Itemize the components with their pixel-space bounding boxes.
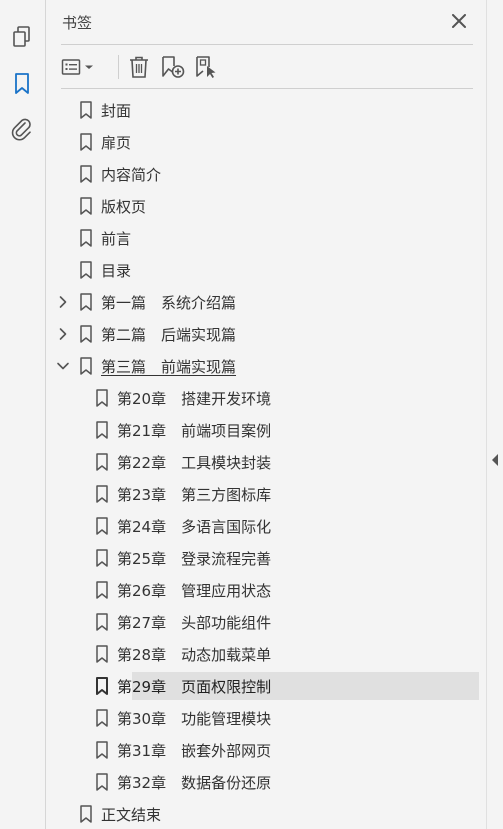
bookmark-label: 第21章 前端项目案例: [117, 422, 272, 440]
bookmark-item[interactable]: 前言: [46, 224, 486, 252]
bookmark-item[interactable]: 版权页: [46, 192, 486, 220]
bookmark-icon: [80, 197, 92, 215]
bookmark-label: 第23章 第三方图标库: [117, 486, 272, 504]
delete-bookmark-button[interactable]: [127, 54, 151, 80]
bookmark-icon: [96, 485, 108, 503]
bookmark-item[interactable]: 第30章 功能管理模块: [46, 704, 486, 732]
bookmarks-panel: 书签 封面 扉页 内容简介 版权页 前言 目录 第一篇 系统介绍篇 第二篇 后端…: [46, 0, 486, 829]
bookmark-icon: [96, 549, 108, 567]
bookmark-label: 第25章 登录流程完善: [117, 550, 272, 568]
bookmark-icon: [80, 805, 92, 823]
bookmark-label: 第24章 多语言国际化: [117, 518, 272, 536]
bookmark-item[interactable]: 第26章 管理应用状态: [46, 576, 486, 604]
bookmark-icon: [80, 229, 92, 247]
chevron-right-icon[interactable]: [56, 327, 70, 341]
bookmark-icon: [96, 677, 108, 695]
bookmark-label: 第一篇 系统介绍篇: [101, 294, 237, 312]
bookmark-item[interactable]: 封面: [46, 96, 486, 124]
navigation-rail: [0, 0, 46, 829]
bookmark-icon: [96, 741, 108, 759]
bookmark-label: 第31章 嵌套外部网页: [117, 742, 272, 760]
toolbar-divider: [118, 55, 119, 79]
bookmark-label: 前言: [101, 230, 132, 248]
bookmark-item[interactable]: 第22章 工具模块封装: [46, 448, 486, 476]
new-bookmark-from-structure-button[interactable]: [194, 54, 220, 80]
bookmark-label: 第32章 数据备份还原: [117, 774, 272, 792]
options-menu-icon: [61, 59, 93, 75]
bookmark-label: 扉页: [101, 134, 132, 152]
pages-icon[interactable]: [8, 23, 36, 51]
bookmark-item[interactable]: 第三篇 前端实现篇: [46, 352, 486, 380]
new-bookmark-button[interactable]: [160, 54, 186, 80]
bookmark-item[interactable]: 第21章 前端项目案例: [46, 416, 486, 444]
bookmark-item[interactable]: 第32章 数据备份还原: [46, 768, 486, 796]
bookmark-icon[interactable]: [8, 70, 36, 98]
bookmark-label: 第20章 搭建开发环境: [117, 390, 272, 408]
bookmark-label: 第29章 页面权限控制: [117, 678, 272, 696]
bookmark-label: 目录: [101, 262, 132, 280]
bookmark-label: 内容简介: [101, 166, 162, 184]
bookmark-item[interactable]: 第20章 搭建开发环境: [46, 384, 486, 412]
bookmark-label: 第30章 功能管理模块: [117, 710, 272, 728]
collapse-arrow-icon: [492, 454, 498, 466]
delete-icon: [130, 56, 148, 78]
bookmark-icon: [96, 773, 108, 791]
bookmark-icon: [80, 325, 92, 343]
bookmark-item[interactable]: 内容简介: [46, 160, 486, 188]
bookmark-icon: [80, 261, 92, 279]
bookmark-item[interactable]: 目录: [46, 256, 486, 284]
bookmark-item[interactable]: 第23章 第三方图标库: [46, 480, 486, 508]
panel-header: 书签: [61, 0, 473, 45]
close-icon[interactable]: [449, 11, 469, 31]
bookmark-label: 第二篇 后端实现篇: [101, 326, 237, 344]
bookmark-icon: [96, 517, 108, 535]
bookmark-icon: [96, 389, 108, 407]
new-bookmark-icon: [162, 56, 185, 78]
bookmark-label: 第27章 头部功能组件: [117, 614, 272, 632]
attachment-icon[interactable]: [8, 115, 36, 143]
bookmark-item[interactable]: 第29章 页面权限控制: [46, 672, 486, 700]
chevron-down-icon[interactable]: [56, 359, 70, 373]
bookmark-label: 封面: [101, 102, 132, 120]
bookmarks-toolbar: [61, 45, 473, 89]
bookmark-item[interactable]: 扉页: [46, 128, 486, 156]
panel-title: 书签: [62, 14, 93, 32]
bookmark-item[interactable]: 第二篇 后端实现篇: [46, 320, 486, 348]
bookmark-icon: [80, 357, 92, 375]
bookmarks-pane: 书签 封面 扉页 内容简介 版权页 前言 目录 第一篇 系统介绍篇 第二篇 后端…: [0, 0, 503, 829]
bookmark-label: 第22章 工具模块封装: [117, 454, 272, 472]
bookmark-icon: [80, 133, 92, 151]
bookmark-label: 第28章 动态加载菜单: [117, 646, 272, 664]
bookmark-item[interactable]: 第27章 头部功能组件: [46, 608, 486, 636]
bookmark-icon: [96, 709, 108, 727]
bookmark-icon: [80, 165, 92, 183]
bookmark-label: 版权页: [101, 198, 147, 216]
bookmark-item[interactable]: 第24章 多语言国际化: [46, 512, 486, 540]
options-menu-button[interactable]: [61, 54, 95, 80]
bookmark-item[interactable]: 第25章 登录流程完善: [46, 544, 486, 572]
bookmark-icon: [96, 613, 108, 631]
bookmark-icon: [96, 581, 108, 599]
bookmark-item[interactable]: 正文结束: [46, 800, 486, 828]
bookmark-item[interactable]: 第一篇 系统介绍篇: [46, 288, 486, 316]
bookmark-icon: [96, 645, 108, 663]
bookmark-label: 第26章 管理应用状态: [117, 582, 272, 600]
bookmark-icon: [80, 293, 92, 311]
bookmark-icon: [96, 421, 108, 439]
bookmark-item[interactable]: 第31章 嵌套外部网页: [46, 736, 486, 764]
bookmark-label: 正文结束: [101, 806, 162, 824]
pane-collapse-handle[interactable]: [486, 0, 503, 829]
bookmark-label: 第三篇 前端实现篇: [101, 358, 237, 376]
new-bookmark-from-structure-icon: [196, 56, 216, 78]
chevron-right-icon[interactable]: [56, 295, 70, 309]
bookmark-icon: [80, 101, 92, 119]
bookmark-item[interactable]: 第28章 动态加载菜单: [46, 640, 486, 668]
bookmark-icon: [96, 453, 108, 471]
